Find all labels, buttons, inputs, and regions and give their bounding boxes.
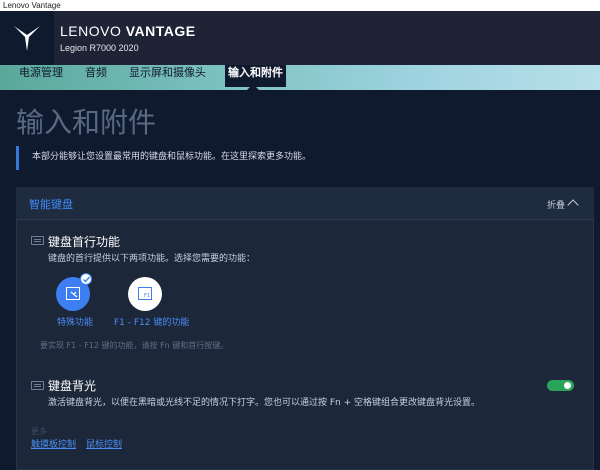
app-header: LENOVO VANTAGE Legion R7000 2020 bbox=[0, 11, 600, 65]
card-title: 智能键盘 bbox=[29, 198, 73, 211]
page-title: 输入和附件 bbox=[16, 106, 157, 139]
window-title: Lenovo Vantage bbox=[0, 0, 600, 11]
vantage-logo-icon bbox=[14, 26, 40, 51]
backlight-description: 激活键盘背光，以便在黑暗或光线不足的情况下打字。您也可以通过按 Fn + 空格键… bbox=[48, 398, 481, 408]
backlight-section-title: 键盘背光 bbox=[48, 379, 97, 393]
app-brand: LENOVO VANTAGE bbox=[60, 23, 196, 39]
keyboard-icon bbox=[31, 236, 44, 245]
tab-display-camera[interactable]: 显示屏和摄像头 bbox=[126, 65, 209, 87]
description-accent-bar bbox=[16, 146, 19, 170]
mouse-control-link[interactable]: 鼠标控制 bbox=[86, 437, 122, 450]
f1-f12-option[interactable]: F1 bbox=[128, 277, 162, 311]
collapse-button[interactable]: 折叠 bbox=[547, 198, 565, 211]
related-label: 更多 bbox=[31, 427, 47, 436]
hotkey-section-title: 键盘首行功能 bbox=[48, 235, 121, 249]
keyboard-backlight-icon bbox=[31, 381, 44, 390]
f1-f12-label[interactable]: F1 - F12 键的功能 bbox=[114, 315, 189, 328]
brand-bold: VANTAGE bbox=[125, 23, 196, 39]
device-model: Legion R7000 2020 bbox=[60, 43, 139, 53]
smart-keyboard-card bbox=[16, 187, 594, 470]
hotkey-section-subtitle: 键盘的首行提供以下两项功能。选择您需要的功能： bbox=[48, 254, 256, 264]
tab-power[interactable]: 电源管理 bbox=[16, 65, 66, 87]
tab-audio[interactable]: 音频 bbox=[82, 65, 110, 87]
backlight-toggle[interactable] bbox=[547, 380, 574, 391]
toggle-knob bbox=[564, 382, 571, 389]
f1-key-icon: F1 bbox=[138, 287, 152, 300]
vantage-logo bbox=[0, 11, 54, 65]
brand-light: LENOVO bbox=[60, 23, 126, 39]
tab-bar: 电源管理 音频 显示屏和摄像头 输入和附件 bbox=[0, 65, 600, 90]
page-description: 本部分能够让您设置最常用的键盘和鼠标功能。在这里探索更多功能。 bbox=[32, 152, 312, 162]
selected-check-icon bbox=[80, 273, 92, 285]
touchpad-control-link[interactable]: 触摸板控制 bbox=[31, 437, 76, 450]
card-header bbox=[16, 187, 594, 220]
special-function-icon bbox=[66, 287, 80, 300]
hotkey-hint: 要实现 F1 - F12 键的功能，请按 Fn 键和首行按键。 bbox=[40, 341, 229, 350]
special-function-label[interactable]: 特殊功能 bbox=[57, 315, 93, 328]
